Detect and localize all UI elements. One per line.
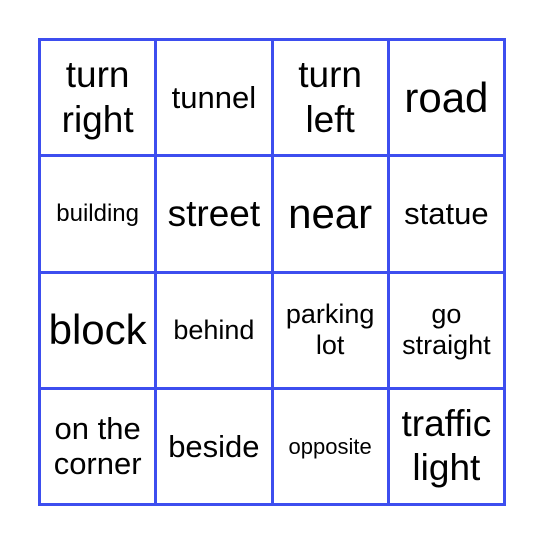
bingo-cell[interactable]: tunnel [157, 41, 271, 155]
bingo-cell[interactable]: road [389, 41, 503, 155]
bingo-cell[interactable]: opposite [273, 389, 387, 503]
cell-label: go straight [402, 299, 491, 361]
bingo-cell[interactable]: turn right [41, 41, 155, 155]
cell-label: block [48, 306, 147, 354]
bingo-cell[interactable]: go straight [389, 273, 503, 387]
cell-label: turn left [298, 54, 362, 140]
cell-label: street [167, 192, 261, 234]
cell-label: traffic light [401, 402, 492, 489]
bingo-cell[interactable]: beside [157, 389, 271, 503]
cell-label: parking lot [285, 299, 375, 361]
cell-label: road [404, 73, 489, 121]
bingo-cell[interactable]: turn left [273, 41, 387, 155]
bingo-cell[interactable]: street [157, 157, 271, 271]
bingo-cell[interactable]: on the corner [41, 389, 155, 503]
bingo-cell[interactable]: behind [157, 273, 271, 387]
cell-label: tunnel [171, 79, 257, 115]
bingo-cell[interactable]: parking lot [273, 273, 387, 387]
cell-label: behind [173, 314, 255, 345]
bingo-cell[interactable]: near [273, 157, 387, 271]
bingo-cell[interactable]: block [41, 273, 155, 387]
cell-label: on the corner [53, 410, 142, 482]
cell-label: near [288, 189, 373, 237]
bingo-cell[interactable]: building [41, 157, 155, 271]
cell-label: building [56, 200, 139, 228]
cell-label: statue [404, 196, 489, 232]
cell-label: turn right [61, 54, 134, 140]
bingo-board: turn right tunnel turn left road buildin… [38, 38, 506, 506]
cell-label: opposite [288, 433, 372, 459]
bingo-cell[interactable]: statue [389, 157, 503, 271]
cell-label: beside [168, 428, 260, 464]
bingo-cell[interactable]: traffic light [389, 389, 503, 503]
